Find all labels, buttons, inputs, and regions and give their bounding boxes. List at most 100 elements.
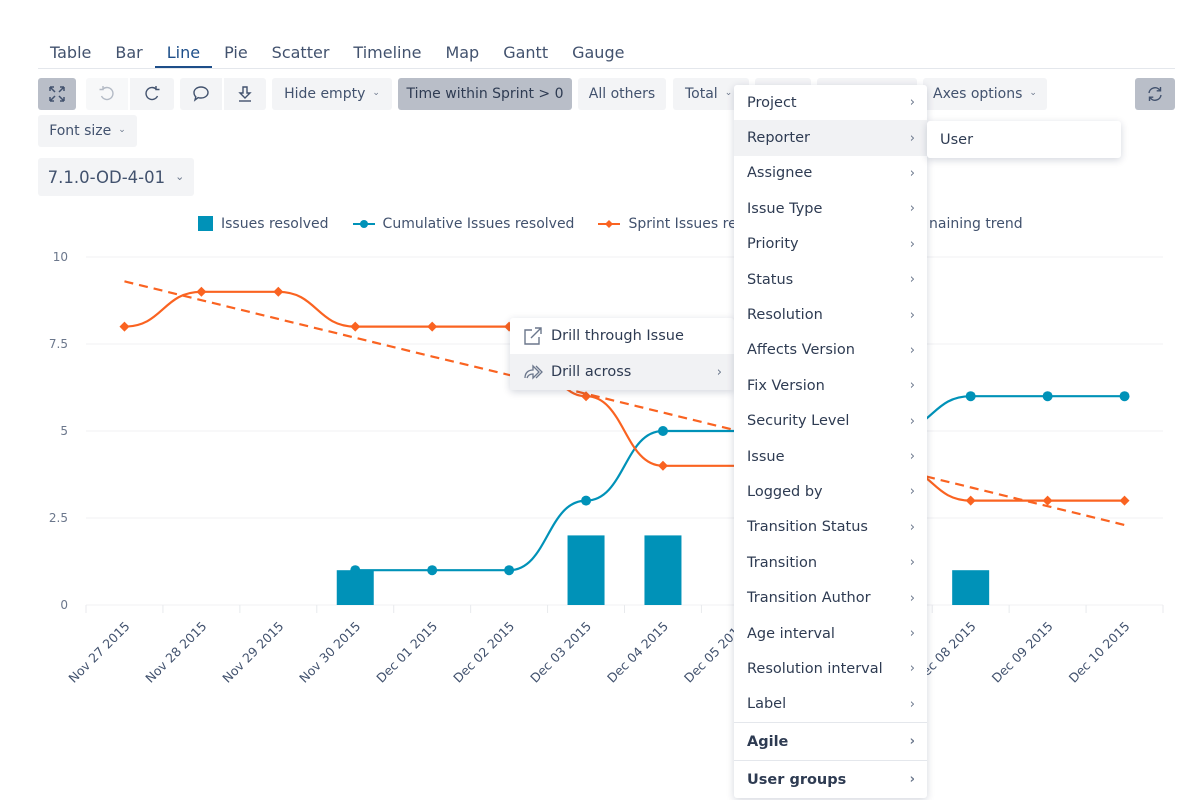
hide-empty-dropdown[interactable]: Hide empty ⌄ xyxy=(272,78,392,110)
menu-item-label: Transition Status xyxy=(747,519,868,536)
drill-menu-item-transition-author[interactable]: Transition Author › xyxy=(734,580,927,615)
page-filter-value: 7.1.0-OD-4-01 xyxy=(47,167,166,187)
filter-time-within-sprint-button[interactable]: Time within Sprint > 0 xyxy=(398,78,572,110)
drill-menu-item-reporter[interactable]: Reporter › xyxy=(734,120,927,156)
axes-options-dropdown[interactable]: Axes options ⌄ xyxy=(923,78,1047,110)
comment-button[interactable] xyxy=(180,78,222,110)
chevron-right-icon: › xyxy=(909,734,915,750)
menu-item-label: Assignee xyxy=(747,165,813,182)
chevron-right-icon: › xyxy=(909,626,915,642)
drill-menu-item-age-interval[interactable]: Age interval › xyxy=(734,616,927,651)
drill-menu-item-project[interactable]: Project › xyxy=(734,85,927,120)
undo-icon xyxy=(99,86,114,101)
drill-menu-item-user-groups[interactable]: User groups › xyxy=(734,760,927,798)
all-others-button[interactable]: All others xyxy=(578,78,666,110)
menu-item-label: Agile xyxy=(747,733,789,750)
x-tick-label: Dec 04 2015 xyxy=(604,619,671,686)
legend-item-trend[interactable]: naining trend xyxy=(929,216,1023,232)
chevron-right-icon: › xyxy=(909,201,915,217)
share-arrow-icon xyxy=(524,364,543,380)
legend-item-cumulative[interactable]: Cumulative Issues resolved xyxy=(352,216,574,232)
chevron-right-icon: › xyxy=(716,364,722,380)
legend-circle-line-marker xyxy=(352,220,375,228)
drill-across-item[interactable]: Drill across › xyxy=(510,354,734,390)
cumulative-point xyxy=(1119,391,1130,402)
cumulative-point xyxy=(504,565,515,576)
chevron-right-icon: › xyxy=(909,165,915,181)
tab-pie[interactable]: Pie xyxy=(212,38,260,68)
legend-label: Issues resolved xyxy=(221,216,329,232)
chevron-right-icon: › xyxy=(909,519,915,535)
chevron-right-icon: › xyxy=(909,378,915,394)
menu-item-label: Resolution interval xyxy=(747,660,883,677)
chevron-right-icon: › xyxy=(909,307,915,323)
tab-timeline[interactable]: Timeline xyxy=(341,38,433,68)
all-others-label: All others xyxy=(588,86,656,102)
sprint-remaining-point xyxy=(119,321,130,332)
chart-type-tabs: Table Bar Line Pie Scatter Timeline Map … xyxy=(38,38,1175,69)
drill-menu-item-status[interactable]: Status › xyxy=(734,262,927,297)
sprint-remaining-point xyxy=(965,495,976,506)
fullscreen-button[interactable] xyxy=(38,78,76,110)
sprint-remaining-point xyxy=(273,286,284,297)
x-tick-label: Dec 03 2015 xyxy=(527,619,594,686)
bar-issues-resolved xyxy=(336,570,374,605)
drill-menu-item-resolution-interval[interactable]: Resolution interval › xyxy=(734,651,927,686)
external-link-icon xyxy=(524,327,542,345)
chevron-right-icon: › xyxy=(909,772,915,788)
menu-item-label: Issue xyxy=(747,448,785,465)
chevron-right-icon: › xyxy=(909,342,915,358)
download-button[interactable] xyxy=(224,78,266,110)
drill-menu-item-transition[interactable]: Transition › xyxy=(734,545,927,580)
tab-line[interactable]: Line xyxy=(154,38,213,68)
legend-item-issues-resolved[interactable]: Issues resolved xyxy=(197,216,329,232)
drill-menu-item-fix-version[interactable]: Fix Version › xyxy=(734,368,927,403)
chevron-down-icon: ⌄ xyxy=(372,88,380,98)
tab-gauge[interactable]: Gauge xyxy=(560,38,636,68)
download-icon xyxy=(238,86,252,102)
tab-bar[interactable]: Bar xyxy=(103,38,154,68)
chevron-right-icon: › xyxy=(909,484,915,500)
drill-menu-item-agile[interactable]: Agile › xyxy=(734,722,927,760)
drill-menu-item-issue[interactable]: Issue › xyxy=(734,439,927,474)
font-size-dropdown[interactable]: Font size ⌄ xyxy=(38,115,137,147)
chevron-down-icon: ⌄ xyxy=(724,88,733,98)
drill-through-issue-item[interactable]: Drill through Issue xyxy=(510,318,734,354)
drill-menu-item-security-level[interactable]: Security Level › xyxy=(734,404,927,439)
tab-map[interactable]: Map xyxy=(433,38,491,68)
page-filter-select[interactable]: 7.1.0-OD-4-01 ⌄ xyxy=(38,158,194,196)
menu-item-label: Transition Author xyxy=(747,590,871,607)
chevron-right-icon: › xyxy=(909,95,915,111)
x-tick-label: Dec 10 2015 xyxy=(1066,619,1133,686)
drill-menu-item-issue-type[interactable]: Issue Type › xyxy=(734,191,927,226)
tab-gantt[interactable]: Gantt xyxy=(491,38,560,68)
chevron-right-icon: › xyxy=(909,555,915,571)
drill-menu-item-priority[interactable]: Priority › xyxy=(734,227,927,262)
menu-item-label: Fix Version xyxy=(747,377,825,394)
drill-menu-item-resolution[interactable]: Resolution › xyxy=(734,297,927,332)
drill-menu-item-affects-version[interactable]: Affects Version › xyxy=(734,333,927,368)
chevron-right-icon: › xyxy=(909,130,915,146)
drill-menu-item-label[interactable]: Label › xyxy=(734,687,927,722)
expand-arrows-icon xyxy=(49,86,65,102)
x-tick-label: Nov 28 2015 xyxy=(142,619,209,686)
tab-scatter[interactable]: Scatter xyxy=(260,38,342,68)
redo-button[interactable] xyxy=(130,78,174,110)
refresh-button[interactable] xyxy=(1135,78,1175,110)
submenu-item-user[interactable]: User xyxy=(927,121,1121,158)
drill-menu-item-assignee[interactable]: Assignee › xyxy=(734,156,927,191)
drill-menu-item-logged-by[interactable]: Logged by › xyxy=(734,474,927,509)
total-label: Total xyxy=(685,86,718,102)
undo-button[interactable] xyxy=(86,78,128,110)
drill-menu-item-transition-status[interactable]: Transition Status › xyxy=(734,510,927,545)
menu-item-label: Label xyxy=(747,696,787,713)
tab-table[interactable]: Table xyxy=(38,38,103,68)
reporter-submenu: User xyxy=(927,121,1121,158)
menu-item-label: Priority xyxy=(747,236,799,253)
cumulative-point xyxy=(427,565,438,576)
chevron-right-icon: › xyxy=(909,661,915,677)
refresh-icon xyxy=(1148,87,1162,101)
chart-legend: Issues resolved Cumulative Issues resolv… xyxy=(197,216,783,232)
comment-icon xyxy=(193,86,209,102)
chevron-down-icon: ⌄ xyxy=(118,125,126,135)
